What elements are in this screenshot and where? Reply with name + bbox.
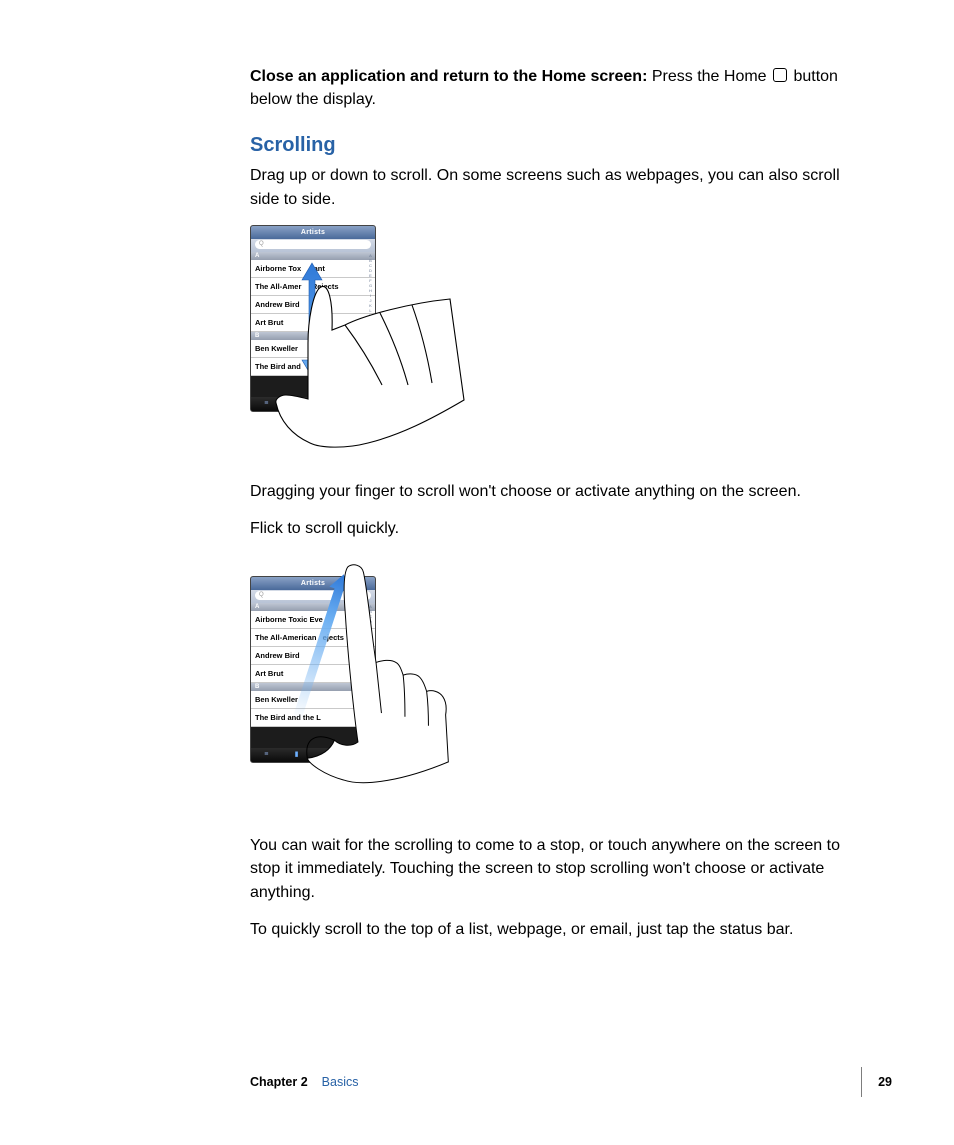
list-item: The Bird and — [251, 358, 375, 376]
phone-tabbar: ≡ ▮ ♪ ⋯ — [251, 748, 375, 762]
figure-drag-scroll: Artists Q A Airborne Tox ant The All-Ame… — [250, 225, 465, 460]
scrolling-intro: Drag up or down to scroll. On some scree… — [250, 164, 844, 210]
list-item: Ben Kweller — [251, 691, 375, 709]
list-item: Airborne Tox ant — [251, 260, 375, 278]
phone-search: Q — [251, 239, 375, 252]
phone-search: Q — [251, 590, 375, 603]
flick-note: Flick to scroll quickly. — [250, 517, 844, 540]
tab-icon: ≡ — [264, 750, 268, 760]
tab-icon: ▮ — [295, 399, 299, 409]
close-app-instruction: Close an application and return to the H… — [250, 65, 844, 111]
stop-scroll-note: You can wait for the scrolling to come t… — [250, 834, 844, 904]
tab-icon: ♪ — [325, 750, 329, 760]
footer-chapter: Chapter 2 — [250, 1073, 308, 1091]
page-footer: Chapter 2 Basics 29 — [250, 1067, 892, 1097]
list-item: Andrew Bird — [251, 296, 375, 314]
drag-note: Dragging your finger to scroll won't cho… — [250, 480, 844, 503]
phone-tabbar: ≡ ▮ ♪ ⋯ — [251, 397, 375, 411]
group-header-a: A — [251, 252, 375, 260]
list-item: Art Brut — [251, 665, 375, 683]
list-item: The All-American ejects — [251, 629, 375, 647]
section-heading-scrolling: Scrolling — [250, 131, 844, 160]
tab-icon: ≡ — [264, 399, 268, 409]
alpha-index-strip: ABCDEFGHIJKLMNOPQRSTUVWXYZ# — [367, 604, 374, 739]
home-icon — [773, 68, 787, 82]
group-header-a: A — [251, 603, 375, 611]
list-item: The All-Amer Rejects — [251, 278, 375, 296]
instruction-text-1: Press the Home — [647, 68, 771, 85]
phone-mock-2: Artists Q A Airborne Toxic Eve The All-A… — [250, 576, 376, 763]
list-item: Airborne Toxic Eve — [251, 611, 375, 629]
tab-icon: ⋯ — [355, 399, 362, 409]
list-item: The Bird and the L — [251, 709, 375, 727]
list-item: Art Brut — [251, 314, 375, 332]
footer-page-number: 29 — [878, 1073, 892, 1091]
list-item: Ben Kweller — [251, 340, 375, 358]
footer-divider — [861, 1067, 862, 1097]
figure-flick-scroll: Artists Q A Airborne Toxic Eve The All-A… — [250, 554, 465, 814]
tab-icon: ⋯ — [355, 750, 362, 760]
group-header-b: B — [251, 683, 375, 691]
group-header-b: B — [251, 332, 375, 340]
tab-icon: ▮ — [295, 750, 299, 760]
tab-icon: ♪ — [325, 399, 329, 409]
statusbar-tap-note: To quickly scroll to the top of a list, … — [250, 918, 844, 941]
footer-title: Basics — [322, 1073, 359, 1091]
manual-page: Close an application and return to the H… — [0, 0, 954, 1145]
phone-mock-1: Artists Q A Airborne Tox ant The All-Ame… — [250, 225, 376, 412]
phone-titlebar: Artists — [251, 226, 375, 239]
instruction-bold: Close an application and return to the H… — [250, 68, 647, 85]
alpha-index-strip: ABCDEFGHIJKLMNOPQRSTUVWXYZ# — [367, 253, 374, 388]
phone-titlebar: Artists — [251, 577, 375, 590]
list-item: Andrew Bird — [251, 647, 375, 665]
